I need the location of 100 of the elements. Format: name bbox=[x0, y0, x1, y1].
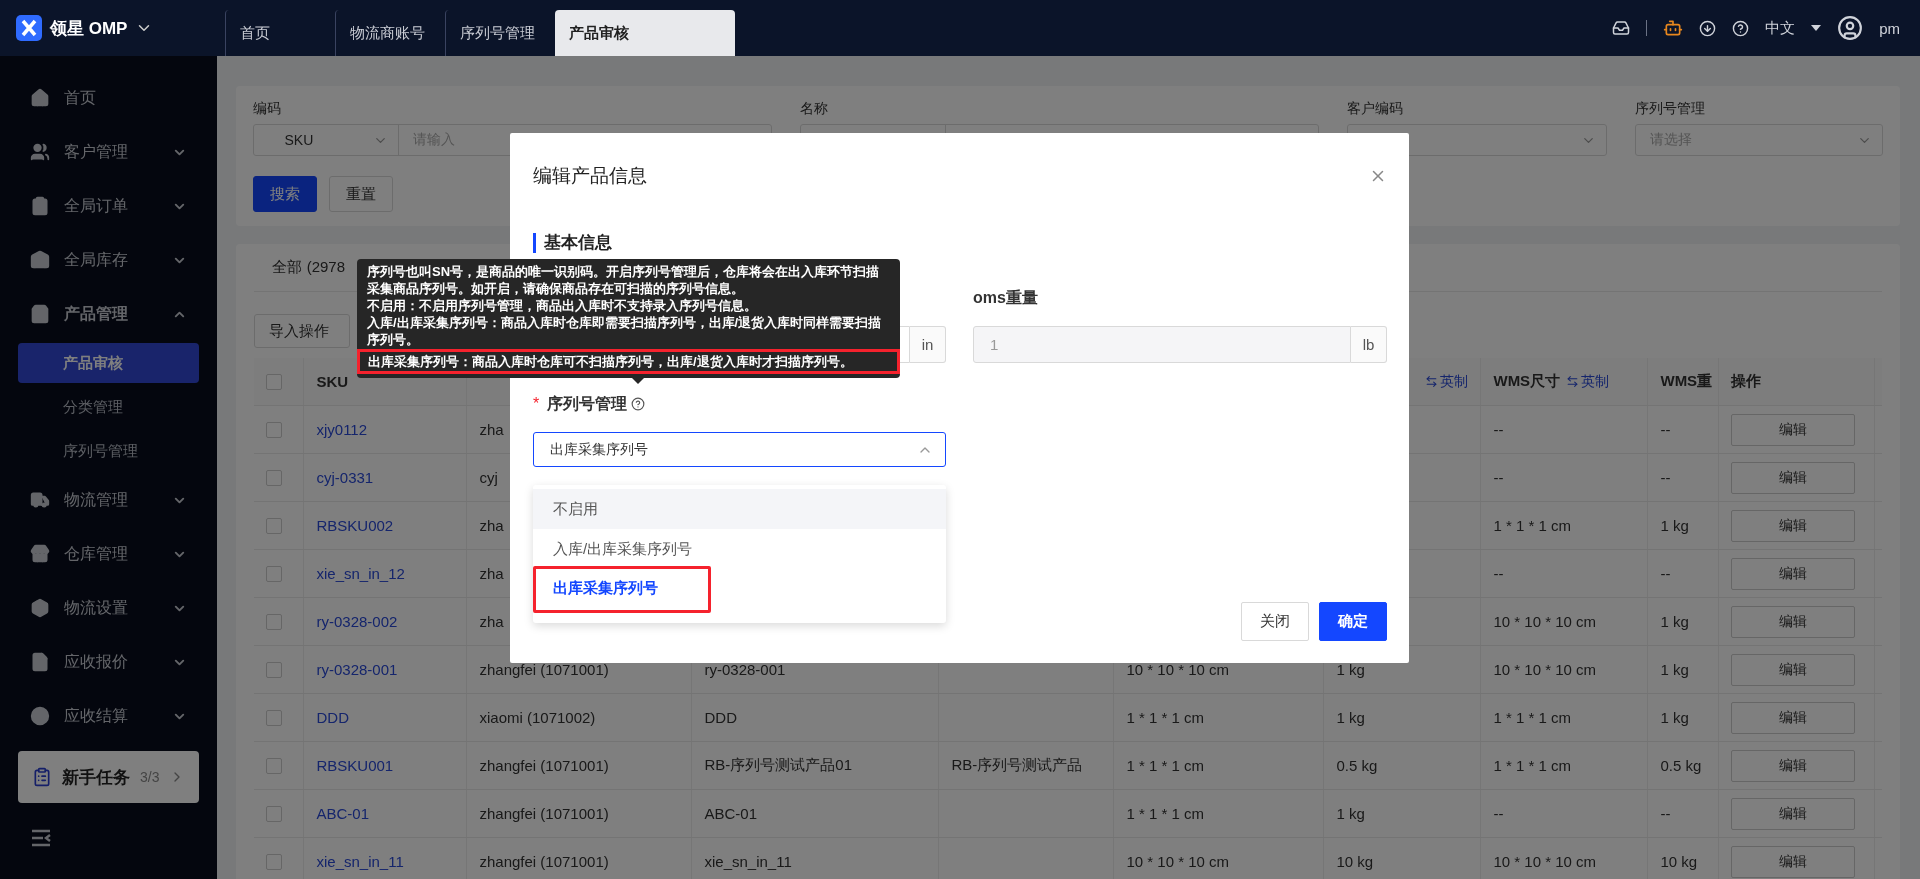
table-cell: 10 kg bbox=[1660, 853, 1698, 870]
table-cell: zha bbox=[479, 517, 504, 534]
edit-button[interactable]: 编辑 bbox=[1731, 605, 1856, 638]
edit-button[interactable]: 编辑 bbox=[1731, 749, 1856, 782]
swap-icon[interactable] bbox=[1425, 375, 1439, 388]
task-card[interactable]: 新手任务 3/3 bbox=[18, 751, 200, 803]
table-cell: 10 * 10 * 10 cm bbox=[1493, 853, 1597, 870]
table-cell: 1 * 1 * 1 cm bbox=[1126, 805, 1204, 822]
table-cell: 0.5 kg bbox=[1336, 757, 1378, 774]
edit-button[interactable]: 编辑 bbox=[1731, 701, 1856, 734]
sidebar-item[interactable]: 仓库管理 bbox=[64, 543, 159, 565]
brand-name: 领星 OMP bbox=[50, 17, 128, 40]
edit-button[interactable]: 编辑 bbox=[1731, 509, 1856, 542]
checkbox[interactable] bbox=[266, 517, 283, 534]
dropdown-option[interactable]: 入库/出库采集序列号 bbox=[533, 529, 946, 569]
edit-button[interactable]: 编辑 bbox=[1731, 461, 1856, 494]
table-cell: 1 * 1 * 1 cm bbox=[1126, 709, 1204, 726]
language-selector[interactable]: 中文 bbox=[1765, 18, 1796, 38]
edit-button[interactable]: 编辑 bbox=[1731, 797, 1856, 830]
checkbox[interactable] bbox=[266, 565, 283, 582]
table-cell: 10 * 10 * 10 cm bbox=[1126, 661, 1230, 678]
sidebar-item[interactable]: 全局订单 bbox=[64, 195, 159, 217]
table-cell: zhangfei (1071001) bbox=[479, 853, 609, 870]
table-cell: 1 kg bbox=[1336, 805, 1365, 822]
table-cell: xiaomi (1071002) bbox=[479, 709, 596, 726]
column-header: WMS重 bbox=[1660, 372, 1713, 391]
table-cell: zhangfei (1071001) bbox=[479, 757, 609, 774]
sku-link[interactable]: ry-0328-001 bbox=[316, 661, 398, 678]
table-cell: 1 * 1 * 1 cm bbox=[1126, 757, 1204, 774]
sku-link[interactable]: ry-0328-002 bbox=[316, 613, 398, 630]
sku-link[interactable]: xjy0112 bbox=[316, 421, 368, 438]
table-cell: -- bbox=[1660, 469, 1671, 486]
unit-link[interactable]: 英制 bbox=[1425, 372, 1469, 391]
sku-link[interactable]: RBSKU002 bbox=[316, 517, 394, 534]
sidebar-item[interactable]: 客户管理 bbox=[64, 141, 159, 163]
nav-tab[interactable]: 产品审核 bbox=[555, 10, 735, 56]
reset-button[interactable]: 重置 bbox=[329, 176, 394, 212]
dropdown-option[interactable]: 不启用 bbox=[533, 489, 946, 529]
robot-icon[interactable] bbox=[1663, 18, 1684, 38]
edit-button[interactable]: 编辑 bbox=[1731, 557, 1856, 590]
import-button[interactable]: 导入操作 bbox=[254, 314, 351, 348]
sidebar-item[interactable]: 物流管理 bbox=[64, 489, 159, 511]
table-cell: zha bbox=[479, 565, 504, 582]
edit-button[interactable]: 编辑 bbox=[1731, 413, 1856, 446]
table-cell: zhangfei (1071001) bbox=[479, 661, 609, 678]
serial-select[interactable]: 出库采集序列号 bbox=[533, 432, 946, 467]
nav-tab[interactable]: 物流商账号 bbox=[335, 10, 445, 56]
sku-link[interactable]: RBSKU001 bbox=[316, 757, 394, 774]
sidebar-item[interactable]: 产品管理 bbox=[64, 303, 159, 325]
sidebar-item[interactable]: 首页 bbox=[64, 87, 188, 109]
search-button[interactable]: 搜索 bbox=[253, 176, 318, 212]
caret-icon[interactable] bbox=[1811, 25, 1822, 31]
filter-label: 编码 bbox=[253, 100, 283, 118]
task-title: 新手任务 bbox=[62, 766, 130, 789]
tooltip-text: 入库/出库采集序列号：商品入库时仓库即需要扫描序列号，出库/退货入库时同样需要扫描序列号。 bbox=[367, 314, 883, 348]
sku-link[interactable]: cyj-0331 bbox=[316, 469, 374, 486]
checkbox[interactable] bbox=[266, 613, 283, 630]
edit-button[interactable]: 编辑 bbox=[1731, 653, 1856, 686]
sidebar-item[interactable]: 应收结算 bbox=[64, 705, 159, 727]
download-icon[interactable] bbox=[1699, 19, 1717, 37]
unit-link[interactable]: 英制 bbox=[1566, 372, 1610, 391]
nav-tab[interactable]: 首页 bbox=[225, 10, 335, 56]
column-header: 操作 bbox=[1731, 372, 1762, 391]
close-button[interactable]: 关闭 bbox=[1241, 602, 1309, 641]
swap-icon[interactable] bbox=[1566, 375, 1580, 388]
checkbox[interactable] bbox=[266, 757, 283, 774]
table-cell: -- bbox=[1660, 805, 1671, 822]
sidebar-item[interactable]: 全局库存 bbox=[64, 249, 159, 271]
sku-link[interactable]: DDD bbox=[316, 709, 349, 726]
sidebar-subitem[interactable]: 序列号管理 bbox=[18, 431, 200, 471]
checkbox[interactable] bbox=[266, 421, 283, 438]
sku-link[interactable]: xie_sn_in_11 bbox=[316, 853, 404, 870]
sidebar-subitem[interactable]: 产品审核 bbox=[18, 343, 200, 383]
table-cell: ABC-01 bbox=[704, 805, 757, 822]
checkbox[interactable] bbox=[266, 805, 283, 822]
sku-link[interactable]: ABC-01 bbox=[316, 805, 369, 822]
table-cell: -- bbox=[1493, 805, 1504, 822]
checkbox[interactable] bbox=[266, 661, 283, 678]
checkbox[interactable] bbox=[266, 373, 283, 390]
status-tab[interactable]: 全部 (2978 bbox=[272, 258, 345, 277]
sku-link[interactable]: xie_sn_in_12 bbox=[316, 565, 405, 582]
sidebar-subitem[interactable]: 分类管理 bbox=[18, 387, 200, 427]
inbox-icon[interactable] bbox=[1612, 19, 1631, 37]
checkbox[interactable] bbox=[266, 469, 283, 486]
help-icon[interactable] bbox=[631, 397, 646, 411]
table-cell: -- bbox=[1660, 421, 1671, 438]
table-cell: 1 kg bbox=[1336, 661, 1365, 678]
checkbox[interactable] bbox=[266, 853, 283, 870]
checkbox[interactable] bbox=[266, 709, 283, 726]
collapse-menu-icon[interactable] bbox=[30, 828, 52, 848]
home-icon bbox=[30, 88, 50, 108]
confirm-button[interactable]: 确定 bbox=[1319, 602, 1387, 641]
edit-button[interactable]: 编辑 bbox=[1731, 845, 1856, 878]
section-title: 基本信息 bbox=[533, 233, 1387, 253]
table-cell: 1 kg bbox=[1660, 517, 1689, 534]
sidebar-item[interactable]: 应收报价 bbox=[64, 651, 159, 673]
sidebar-item[interactable]: 物流设置 bbox=[64, 597, 159, 619]
tooltip-text: 序列号也叫SN号，是商品的唯一识别码。开启序列号管理后，仓库将会在出入库环节扫描采集商品序列号。如开启，请确保商品存在可扫描的序列号信息。 bbox=[367, 263, 881, 297]
avatar-icon[interactable] bbox=[1837, 15, 1864, 41]
filter-label: 名称 bbox=[800, 100, 830, 118]
